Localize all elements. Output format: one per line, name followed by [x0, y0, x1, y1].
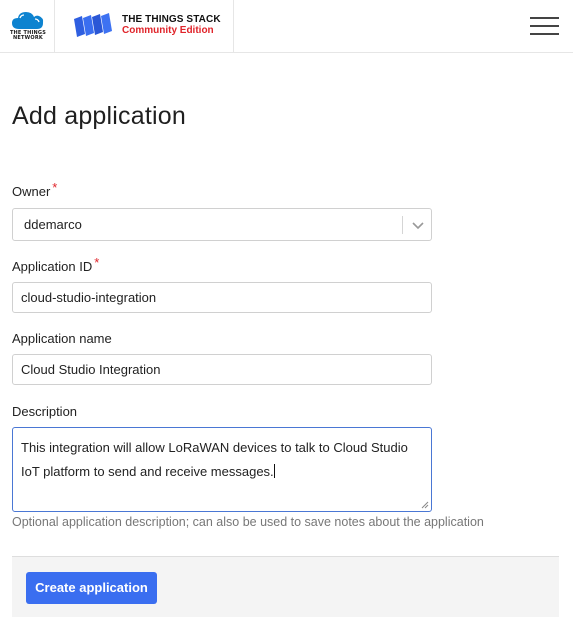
hamburger-menu-icon[interactable]: [530, 16, 560, 36]
owner-label: Owner *: [12, 180, 58, 199]
owner-value: ddemarco: [24, 217, 82, 232]
required-mark: *: [52, 180, 58, 195]
description-textarea[interactable]: This integration will allow LoRaWAN devi…: [12, 427, 432, 512]
cloud-logo-icon: [12, 12, 44, 29]
description-label: Description: [12, 404, 78, 419]
page-title: Add application: [12, 102, 186, 130]
stack-edition: Community Edition: [122, 25, 214, 36]
select-separator: [402, 216, 403, 234]
owner-select[interactable]: ddemarco: [12, 208, 432, 241]
chevron-down-icon[interactable]: [410, 217, 426, 233]
required-mark: *: [94, 255, 100, 270]
things-stack-logo[interactable]: THE THINGS STACK Community Edition: [56, 0, 234, 53]
create-application-button[interactable]: Create application: [26, 572, 157, 604]
application-id-input[interactable]: [12, 282, 432, 313]
description-text: This integration will allow LoRaWAN devi…: [21, 440, 408, 479]
stack-title: THE THINGS STACK: [122, 14, 221, 25]
resize-grip-icon[interactable]: [421, 501, 429, 509]
text-caret: [273, 464, 275, 478]
stack-cards-icon: [74, 13, 112, 37]
application-name-input[interactable]: [12, 354, 432, 385]
ttn-logo[interactable]: THE THINGS NETWORK: [0, 0, 55, 53]
top-header: THE THINGS NETWORK THE THINGS STACK Comm…: [0, 0, 573, 53]
description-hint: Optional application description; can al…: [12, 515, 484, 529]
application-name-label: Application name: [12, 331, 112, 346]
ttn-logo-text: THE THINGS NETWORK: [9, 30, 47, 41]
application-id-label: Application ID *: [12, 255, 100, 274]
form-footer: Create application: [12, 556, 559, 617]
